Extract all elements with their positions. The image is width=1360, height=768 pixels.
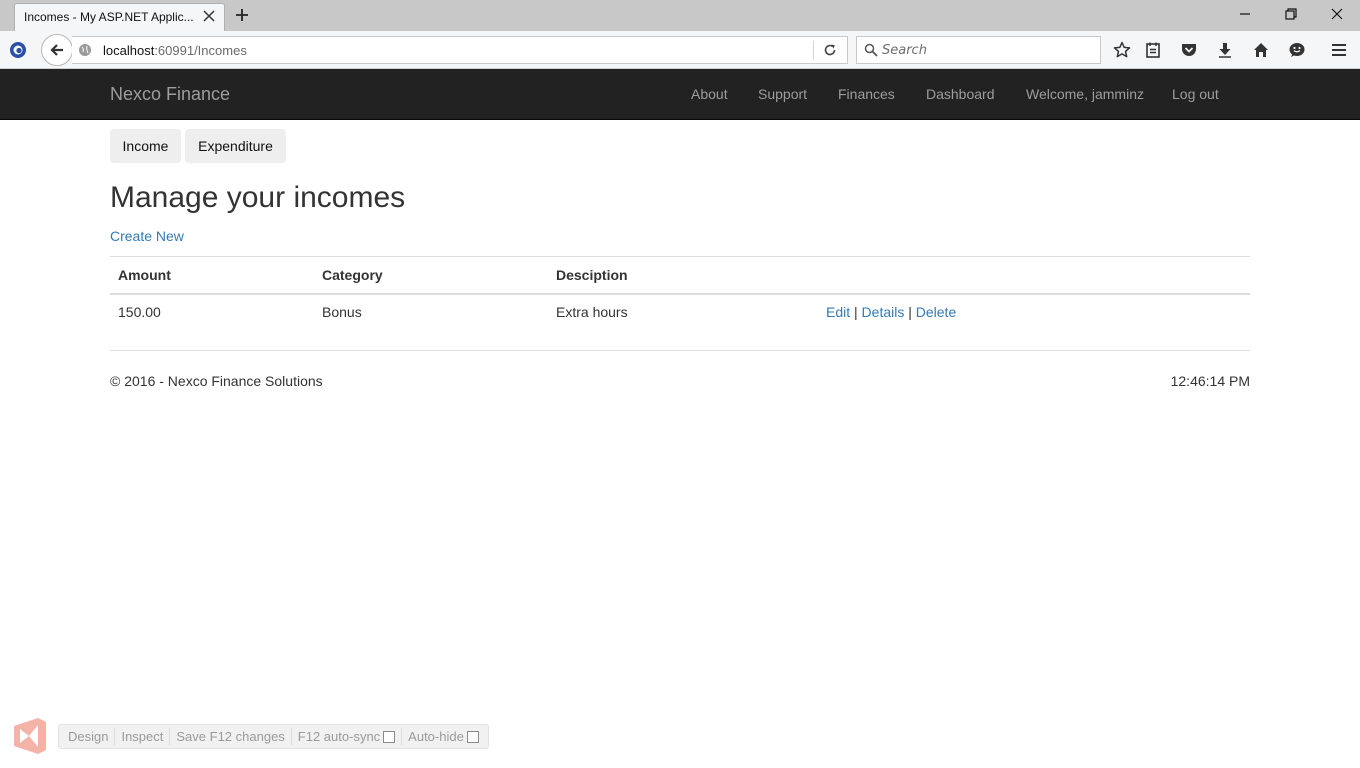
url-bar[interactable]: localhost:60991/Incomes: [72, 36, 848, 64]
firefox-logo: [10, 42, 26, 58]
cell-actions: Edit | Details | Delete: [826, 304, 956, 320]
action-separator: |: [908, 304, 912, 320]
nav-welcome-user[interactable]: Welcome, jamminz: [1026, 86, 1144, 102]
nav-support[interactable]: Support: [758, 86, 807, 102]
header-description: Desciption: [556, 267, 628, 283]
action-separator: |: [854, 304, 858, 320]
delete-link[interactable]: Delete: [916, 304, 956, 320]
restore-icon[interactable]: [1283, 6, 1299, 22]
url-host: localhost: [103, 43, 155, 58]
plus-icon[interactable]: [234, 7, 250, 23]
search-icon: [864, 43, 878, 57]
download-icon[interactable]: [1216, 41, 1234, 59]
search-input[interactable]: [882, 40, 1092, 60]
header-category: Category: [322, 267, 383, 283]
url-text: localhost:60991/Incomes: [103, 43, 247, 58]
minimize-icon[interactable]: [1237, 6, 1253, 22]
url-path: :60991/Incomes: [154, 43, 247, 58]
auto-hide-label: Auto-hide: [408, 729, 464, 744]
footer-divider: [110, 350, 1250, 351]
nav-dashboard[interactable]: Dashboard: [926, 86, 995, 102]
brand-link[interactable]: Nexco Finance: [110, 84, 230, 105]
back-button[interactable]: [41, 34, 73, 66]
home-icon[interactable]: [1252, 41, 1270, 59]
pocket-icon[interactable]: [1180, 41, 1198, 59]
browser-toolbar: localhost:60991/Incomes: [0, 31, 1360, 69]
expenditure-button[interactable]: Expenditure: [185, 129, 286, 163]
reading-list-icon[interactable]: [1144, 41, 1162, 59]
url-separator: [813, 41, 814, 60]
cell-description: Extra hours: [556, 304, 628, 320]
edit-link[interactable]: Edit: [826, 304, 850, 320]
footer-time: 12:46:14 PM: [1170, 373, 1250, 389]
reload-icon[interactable]: [823, 43, 837, 57]
globe-icon: [79, 44, 91, 56]
save-f12-changes-button[interactable]: Save F12 changes: [170, 728, 292, 745]
bookmark-star-icon[interactable]: [1113, 41, 1131, 59]
nav-about[interactable]: About: [691, 86, 728, 102]
hamburger-menu-icon[interactable]: [1330, 41, 1348, 59]
search-bar[interactable]: [856, 36, 1101, 64]
table-top-border: [110, 256, 1250, 257]
visual-studio-logo[interactable]: [12, 716, 48, 756]
page-title: Manage your incomes: [110, 181, 406, 214]
auto-hide-checkbox[interactable]: [466, 730, 479, 743]
details-link[interactable]: Details: [862, 304, 905, 320]
nav-finances[interactable]: Finances: [838, 86, 895, 102]
header-amount: Amount: [118, 267, 171, 283]
inspect-button[interactable]: Inspect: [115, 728, 171, 745]
income-button[interactable]: Income: [110, 129, 181, 163]
table-header-border: [110, 293, 1250, 295]
footer-copyright: © 2016 - Nexco Finance Solutions: [110, 373, 323, 389]
tab-title: Incomes - My ASP.NET Applic...: [24, 10, 194, 24]
cell-category: Bonus: [322, 304, 362, 320]
auto-hide-toggle[interactable]: Auto-hide: [402, 728, 485, 745]
back-arrow-icon: [50, 44, 63, 56]
browser-link-toolbar: Design Inspect Save F12 changes F12 auto…: [58, 724, 489, 749]
browser-tab-strip: Incomes - My ASP.NET Applic...: [0, 0, 1360, 31]
browser-tab[interactable]: Incomes - My ASP.NET Applic...: [14, 3, 225, 31]
f12-auto-sync-label: F12 auto-sync: [297, 729, 381, 744]
close-window-icon[interactable]: [1329, 6, 1345, 22]
create-new-link[interactable]: Create New: [110, 228, 184, 244]
chat-icon[interactable]: [1288, 41, 1306, 59]
f12-auto-sync-toggle[interactable]: F12 auto-sync: [292, 728, 403, 745]
cell-amount: 150.00: [118, 304, 161, 320]
close-icon[interactable]: [202, 9, 216, 23]
design-button[interactable]: Design: [62, 728, 116, 745]
f12-auto-sync-checkbox[interactable]: [383, 730, 396, 743]
nav-logout[interactable]: Log out: [1172, 86, 1219, 102]
app-navbar: Nexco Finance About Support Finances Das…: [0, 69, 1360, 120]
